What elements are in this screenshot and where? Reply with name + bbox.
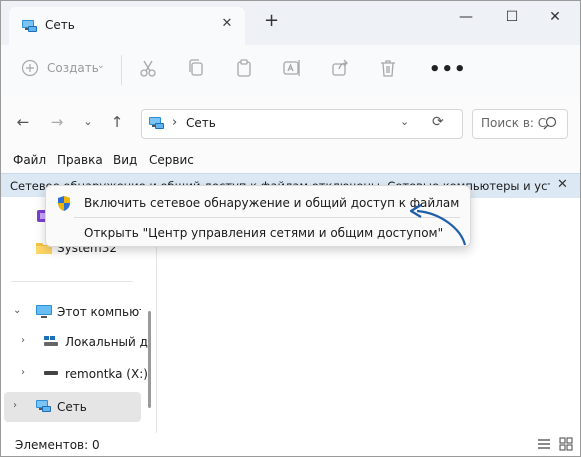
chevron-down-icon[interactable]: ⌄ [13,305,21,316]
more-options-icon[interactable]: ••• [429,59,467,80]
cut-icon[interactable] [138,58,160,80]
address-dropdown-icon[interactable]: ⌄ [400,115,409,128]
forward-button[interactable]: → [47,113,67,131]
chevron-right-icon[interactable]: › [13,400,17,411]
share-icon[interactable] [330,58,352,80]
search-placeholder: Поиск в: С [481,116,547,130]
sidebar-item-label: Локальный диск (C:) [65,335,149,349]
up-button[interactable]: ↑ [107,113,127,131]
plus-circle-icon [21,59,39,80]
recent-locations-button[interactable]: ⌄ [78,113,98,131]
address-bar[interactable]: › Сеть ⌄ ⟳ [141,109,463,139]
menu-tools[interactable]: Сервис [149,153,194,167]
tiles-view-icon[interactable] [559,437,573,451]
new-tab-button[interactable]: + [264,12,279,30]
sidebar-item-label: Сеть [57,400,87,414]
copy-icon[interactable] [186,58,208,80]
shield-icon [56,195,72,215]
close-button[interactable]: ✕ [538,7,572,29]
breadcrumb-network[interactable]: Сеть [186,116,216,130]
sidebar-item-remontka[interactable]: › remontka (X:) [1,359,148,389]
tab-title: Сеть [45,18,75,32]
details-view-icon[interactable] [537,437,551,451]
menu-file[interactable]: Файл [13,153,46,167]
search-box[interactable]: Поиск в: С [472,109,568,139]
chevron-right-icon[interactable]: › [21,335,25,346]
maximize-button[interactable]: ☐ [495,7,529,29]
paste-icon[interactable] [234,58,256,80]
item-count: Элементов: 0 [15,438,100,452]
tab-close-icon[interactable]: ✕ [219,16,235,32]
explorer-window: Сеть ✕ + — ☐ ✕ Создать ⌄ ••• ← → ⌄ ↑ › С… [0,0,581,457]
delete-icon[interactable] [378,58,400,80]
toolbar-divider [121,55,122,85]
network-icon [21,19,39,38]
chevron-right-icon[interactable]: › [21,367,25,378]
network-icon [35,399,53,418]
command-bar: Создать ⌄ ••• [1,45,580,98]
search-icon [543,116,557,133]
create-label: Создать [47,61,99,75]
status-bar: Элементов: 0 [1,433,580,456]
menu-bar: Файл Правка Вид Сервис [1,147,580,173]
annotation-arrow [409,204,467,246]
chevron-down-icon: ⌄ [97,61,105,71]
drive-icon [43,366,59,383]
rename-icon[interactable] [282,58,304,80]
sidebar-scrollbar[interactable] [148,311,151,408]
sidebar-item-this-pc[interactable]: ⌄ Этот компьютер [1,297,141,327]
info-bar-close-icon[interactable]: ✕ [557,177,568,192]
sidebar-divider [11,281,133,282]
refresh-icon[interactable]: ⟳ [432,114,444,130]
tab-network[interactable]: Сеть ✕ [9,7,245,45]
sidebar-item-network[interactable]: › Сеть [4,392,141,422]
sidebar-item-local-disk[interactable]: › Локальный диск (C:) [1,327,149,357]
back-button[interactable]: ← [13,113,33,131]
computer-icon [35,304,53,323]
menu-view[interactable]: Вид [113,153,137,167]
menu-edit[interactable]: Правка [57,153,103,167]
sidebar-item-label: remontka (X:) [65,367,148,381]
network-icon [148,116,166,135]
sidebar-item-label: Этот компьютер [57,305,141,319]
breadcrumb-separator[interactable]: › [172,115,177,130]
title-bar: Сеть ✕ + — ☐ ✕ [1,1,580,45]
minimize-button[interactable]: — [449,7,483,29]
drive-icon [43,334,59,351]
